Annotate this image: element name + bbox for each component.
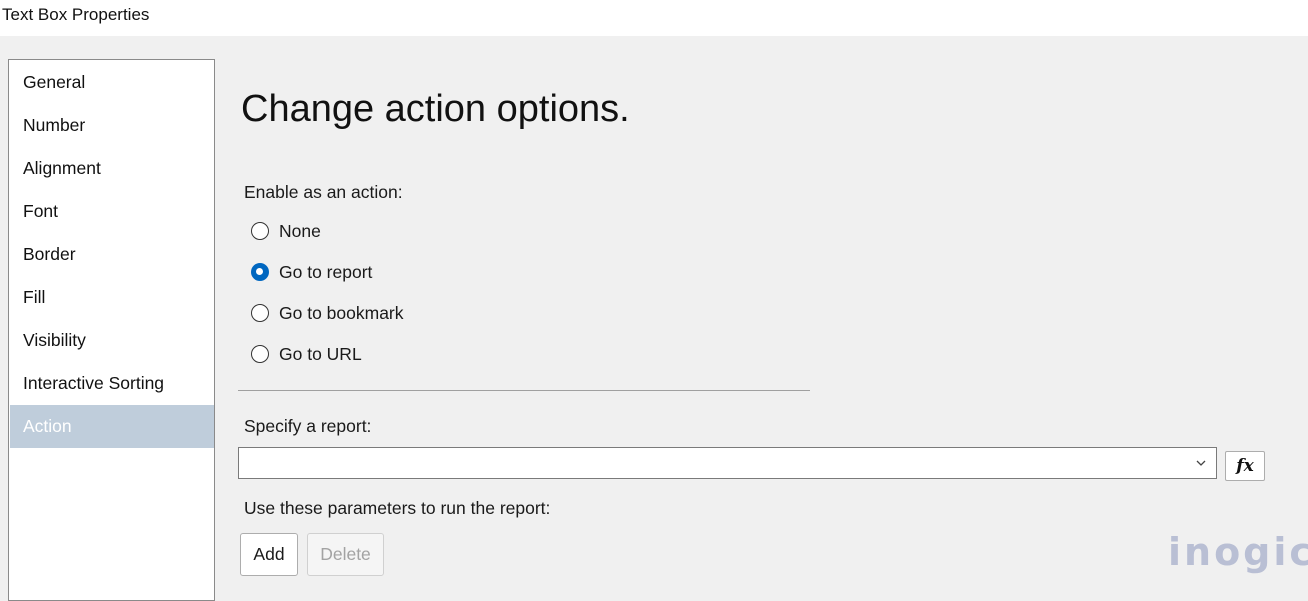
radio-label-none[interactable]: None (279, 221, 321, 242)
radio-option-go-to-url[interactable]: Go to URL (251, 343, 362, 365)
window-title: Text Box Properties (2, 5, 150, 24)
report-dropdown[interactable] (238, 447, 1217, 479)
add-button[interactable]: Add (240, 533, 298, 576)
radio-option-go-to-bookmark[interactable]: Go to bookmark (251, 302, 404, 324)
radio-label-go-to-bookmark[interactable]: Go to bookmark (279, 303, 404, 324)
section-divider (238, 390, 810, 391)
radio-button-go-to-bookmark[interactable] (251, 304, 269, 322)
delete-button[interactable]: Delete (307, 533, 384, 576)
radio-button-go-to-report[interactable] (251, 263, 269, 281)
radio-option-go-to-report[interactable]: Go to report (251, 261, 372, 283)
radio-option-none[interactable]: None (251, 220, 321, 242)
nav-item-general[interactable]: General (10, 61, 214, 104)
title-bar: Text Box Properties (0, 0, 1308, 36)
radio-button-none[interactable] (251, 222, 269, 240)
radio-label-go-to-url[interactable]: Go to URL (279, 344, 362, 365)
nav-item-number[interactable]: Number (10, 104, 214, 147)
page-title: Change action options. (241, 88, 630, 130)
specify-report-label: Specify a report: (244, 416, 372, 436)
parameters-label: Use these parameters to run the report: (244, 498, 551, 518)
nav-item-interactive-sorting[interactable]: Interactive Sorting (10, 362, 214, 405)
nav-item-action[interactable]: Action (10, 405, 214, 448)
radio-label-go-to-report[interactable]: Go to report (279, 262, 372, 283)
nav-item-visibility[interactable]: Visibility (10, 319, 214, 362)
enable-action-label: Enable as an action: (244, 182, 403, 202)
nav-item-border[interactable]: Border (10, 233, 214, 276)
nav-item-fill[interactable]: Fill (10, 276, 214, 319)
radio-button-go-to-url[interactable] (251, 345, 269, 363)
expression-button[interactable]: fx (1225, 451, 1265, 481)
chevron-down-icon[interactable] (1195, 457, 1207, 469)
nav-item-font[interactable]: Font (10, 190, 214, 233)
nav-item-alignment[interactable]: Alignment (10, 147, 214, 190)
category-nav: General Number Alignment Font Border Fil… (8, 59, 215, 601)
inogic-logo: inogic (1168, 530, 1308, 574)
function-icon: fx (1236, 456, 1254, 476)
